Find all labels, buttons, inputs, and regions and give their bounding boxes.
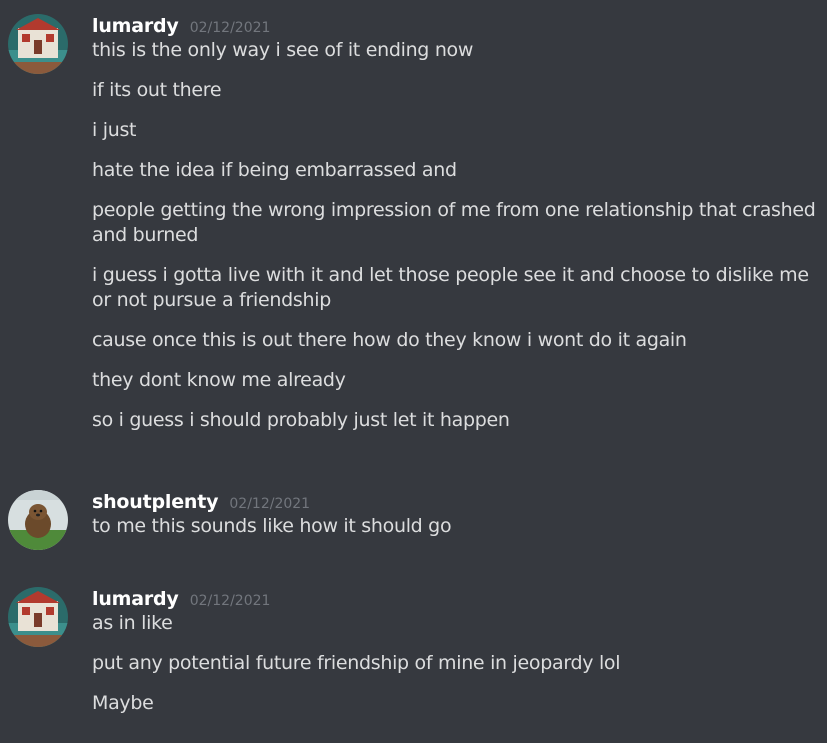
message-line: hate the idea if being embarrassed and [92, 159, 457, 181]
message-lines: this is the only way i see of it ending … [92, 38, 822, 433]
message-line: people getting the wrong impression of m… [92, 199, 816, 246]
message-line: so i guess i should probably just let it… [92, 409, 510, 431]
username[interactable]: lumardy [92, 588, 179, 610]
message-line: this is the only way i see of it ending … [92, 39, 474, 61]
timestamp: 02/12/2021 [189, 20, 271, 36]
house-avatar-icon[interactable] [8, 587, 68, 647]
timestamp: 02/12/2021 [229, 496, 311, 512]
message-line: if its out there [92, 79, 222, 101]
message-line: as in like [92, 612, 173, 634]
message-line: to me this sounds like how it should go [92, 515, 452, 537]
chat-message-list: lumardy 02/12/2021 this is the only way … [0, 0, 827, 743]
message-header: lumardy 02/12/2021 [92, 587, 270, 611]
username[interactable]: lumardy [92, 15, 179, 37]
message-line: cause once this is out there how do they… [92, 329, 687, 351]
message-header: shoutplenty 02/12/2021 [92, 490, 310, 514]
otter-avatar-icon[interactable] [8, 490, 68, 550]
message-line: they dont know me already [92, 369, 346, 391]
timestamp: 02/12/2021 [189, 593, 271, 609]
message-line: i just [92, 119, 137, 141]
username[interactable]: shoutplenty [92, 491, 218, 513]
message-line: i guess i gotta live with it and let tho… [92, 264, 809, 311]
message-lines: to me this sounds like how it should go [92, 514, 822, 539]
message-line: Maybe [92, 692, 154, 714]
house-avatar-icon[interactable] [8, 14, 68, 74]
message-line: put any potential future friendship of m… [92, 652, 621, 674]
message-header: lumardy 02/12/2021 [92, 14, 270, 38]
message-lines: as in like put any potential future frie… [92, 611, 822, 716]
